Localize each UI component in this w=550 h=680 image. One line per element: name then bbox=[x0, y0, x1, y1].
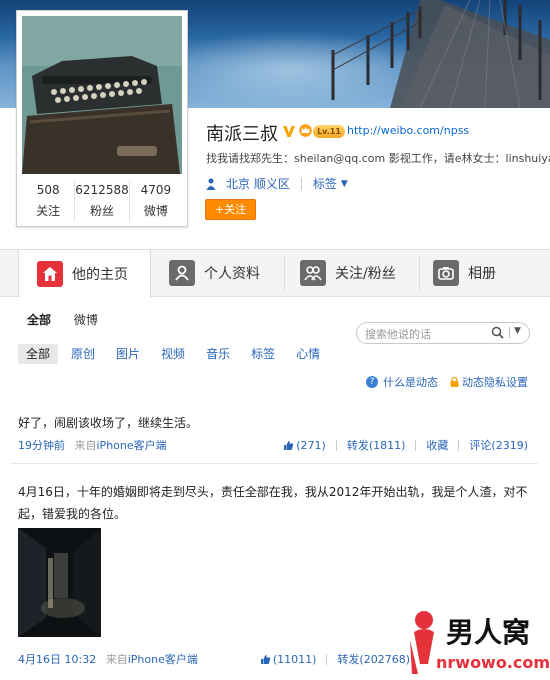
dark-corridor-photo bbox=[18, 528, 101, 637]
person-icon bbox=[169, 260, 195, 286]
typewriter-photo bbox=[22, 16, 182, 174]
profile-stats: 508 关注 6212588 粉丝 4709 微博 bbox=[22, 181, 182, 221]
stat-following-count: 508 bbox=[36, 183, 60, 197]
stat-weibo-label: 微博 bbox=[143, 204, 168, 218]
post-1-comment[interactable]: 评论(2319) bbox=[469, 437, 528, 453]
tab-home-label: 他的主页 bbox=[72, 266, 128, 283]
lock-icon bbox=[450, 377, 459, 387]
type-filter-all[interactable]: 全部 bbox=[18, 344, 59, 364]
what-is-activity-link[interactable]: 什么是动态 bbox=[383, 374, 438, 390]
search-icon[interactable] bbox=[491, 326, 504, 339]
action-divider bbox=[415, 439, 417, 451]
stat-weibo[interactable]: 4709 微博 bbox=[130, 181, 182, 221]
type-filter-mood[interactable]: 心情 bbox=[288, 344, 328, 364]
site-watermark-logo: 男人窝 nrwowo.com bbox=[410, 611, 550, 674]
post-2-repost[interactable]: 转发(202768) bbox=[337, 651, 410, 667]
chevron-down-icon[interactable]: ▼ bbox=[341, 179, 348, 189]
post-2-source-prefix: 来自 bbox=[105, 653, 128, 666]
tab-album-label: 相册 bbox=[468, 266, 496, 282]
type-filter-video[interactable]: 视频 bbox=[153, 344, 193, 364]
action-divider bbox=[335, 439, 337, 451]
avatar-card: 508 关注 6212588 粉丝 4709 微博 bbox=[16, 10, 188, 227]
tab-follow-fans-label: 关注/粉丝 bbox=[335, 266, 396, 282]
activity-help-bar: ? 什么是动态 动态隐私设置 bbox=[366, 374, 528, 390]
stat-fans-count: 6212588 bbox=[75, 183, 129, 197]
action-divider bbox=[458, 439, 460, 451]
stat-fans[interactable]: 6212588 粉丝 bbox=[75, 181, 130, 221]
post-2-text: 4月16日，十年的婚姻即将走到尽头，责任全部在我，我从2012年开始出轨，我是个… bbox=[18, 485, 528, 521]
post-divider bbox=[10, 463, 538, 464]
feed-search-box[interactable]: 搜索他说的话 ▼ bbox=[356, 322, 530, 344]
camera-icon bbox=[433, 260, 459, 286]
activity-privacy-link[interactable]: 动态隐私设置 bbox=[462, 374, 528, 390]
crown-icon[interactable] bbox=[299, 124, 312, 137]
post-2-source[interactable]: iPhone客户端 bbox=[128, 653, 198, 666]
post-1-text: 好了，闹剧该收场了，继续生活。 bbox=[18, 416, 199, 430]
post-1-like-count[interactable]: (271) bbox=[296, 439, 326, 452]
type-filter-tags[interactable]: 标签 bbox=[243, 344, 283, 364]
verified-v-icon[interactable] bbox=[282, 124, 296, 138]
type-filter-music[interactable]: 音乐 bbox=[198, 344, 238, 364]
tags-link[interactable]: 标签 bbox=[313, 175, 337, 192]
tab-follow-fans[interactable]: 关注/粉丝 bbox=[300, 250, 396, 296]
post-1-source[interactable]: iPhone客户端 bbox=[97, 439, 167, 452]
profile-location-row: 北京 顺义区 标签 ▼ bbox=[206, 175, 348, 192]
post-1-actions: (271) 转发(1811) 收藏 评论(2319) bbox=[283, 437, 528, 453]
post-1-favorite[interactable]: 收藏 bbox=[426, 437, 448, 453]
action-divider bbox=[326, 653, 328, 665]
post-2-image[interactable] bbox=[18, 528, 101, 637]
stat-following-label: 关注 bbox=[36, 204, 61, 218]
person-small-icon bbox=[206, 178, 216, 190]
location-divider bbox=[300, 177, 302, 190]
stat-fans-label: 粉丝 bbox=[90, 204, 115, 218]
level-badge[interactable]: Lv.11 bbox=[313, 125, 345, 138]
profile-tabs: 他的主页 个人资料 关注/粉丝 相册 bbox=[0, 249, 550, 297]
feed-type-filter: 全部 原创 图片 视频 音乐 标签 心情 bbox=[18, 343, 333, 365]
tab-album[interactable]: 相册 bbox=[433, 250, 496, 296]
home-icon bbox=[37, 260, 63, 287]
search-input[interactable]: 搜索他说的话 bbox=[365, 326, 431, 342]
profile-name: 南派三叔 bbox=[206, 124, 278, 145]
post-2-like-count[interactable]: (11011) bbox=[273, 653, 317, 666]
tab-profile-info-label: 个人资料 bbox=[204, 266, 260, 282]
avatar[interactable] bbox=[22, 16, 182, 174]
tab-divider bbox=[284, 256, 285, 290]
tab-profile-info[interactable]: 个人资料 bbox=[169, 250, 260, 296]
watermark-title: 男人窝 bbox=[446, 616, 530, 649]
post-2-time[interactable]: 4月16日 10:32 bbox=[18, 653, 96, 666]
type-filter-original[interactable]: 原创 bbox=[63, 344, 103, 364]
follow-button[interactable]: +关注 bbox=[205, 199, 256, 220]
filter-all[interactable]: 全部 bbox=[27, 313, 51, 327]
profile-description: 找我请找郑先生：sheilan@qq.com 影视工作，请e林女士：linshu… bbox=[206, 152, 550, 165]
stat-following[interactable]: 508 关注 bbox=[22, 181, 76, 221]
tab-home[interactable]: 他的主页 bbox=[18, 250, 151, 297]
filter-weibo[interactable]: 微博 bbox=[74, 313, 98, 327]
search-divider bbox=[509, 327, 510, 338]
question-icon: ? bbox=[366, 376, 378, 388]
post-2-actions: (11011) 转发(202768) bbox=[260, 651, 410, 667]
feed-primary-filter: 全部 微博 bbox=[27, 311, 117, 328]
people-icon bbox=[300, 260, 326, 286]
location-text[interactable]: 北京 顺义区 bbox=[226, 175, 290, 192]
post-2-meta: 4月16日 10:32 来自iPhone客户端 bbox=[18, 651, 198, 667]
post-1-time[interactable]: 19分钟前 bbox=[18, 439, 65, 452]
type-filter-images[interactable]: 图片 bbox=[108, 344, 148, 364]
chevron-down-icon[interactable]: ▼ bbox=[514, 326, 521, 336]
post-1-source-prefix: 来自 bbox=[74, 439, 97, 452]
tab-divider bbox=[419, 256, 420, 290]
profile-url-link[interactable]: http://weibo.com/npss bbox=[347, 124, 469, 137]
thumbs-up-icon[interactable] bbox=[283, 440, 294, 451]
post-1-meta: 19分钟前 来自iPhone客户端 bbox=[18, 437, 167, 453]
post-1-repost[interactable]: 转发(1811) bbox=[347, 437, 406, 453]
watermark-url: nrwowo.com bbox=[436, 653, 550, 672]
thumbs-up-icon[interactable] bbox=[260, 654, 271, 665]
stat-weibo-count: 4709 bbox=[140, 183, 172, 197]
